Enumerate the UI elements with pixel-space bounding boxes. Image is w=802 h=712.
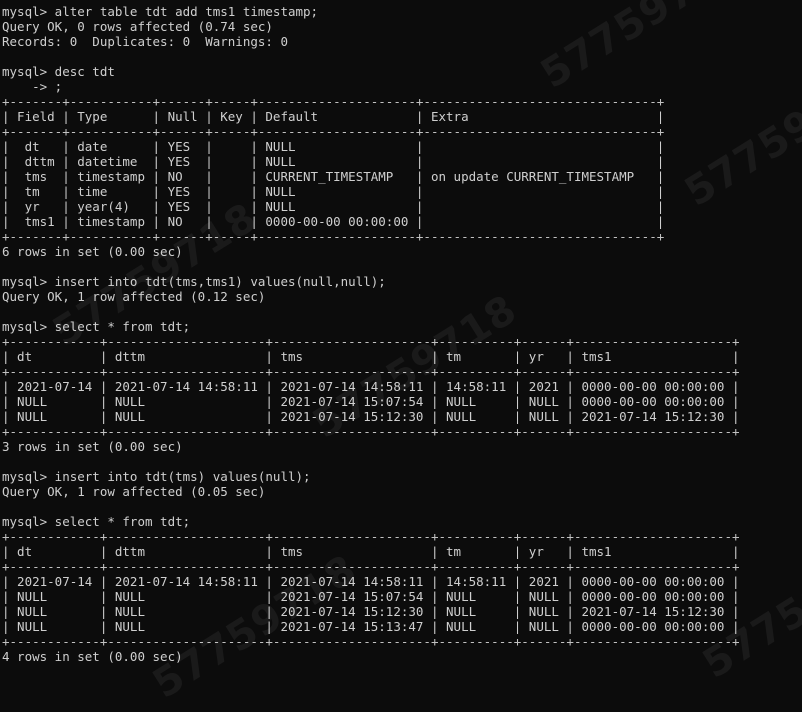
status-line: 4 rows in set (0.00 sec) (2, 649, 183, 664)
table-row: | dt | date | YES | | NULL | | (2, 139, 665, 154)
table-border: +------------+---------------------+----… (2, 424, 740, 439)
table-border: +-------+-----------+------+-----+------… (2, 94, 665, 109)
table-row: | dt | dttm | tms | tm | yr | tms1 | (2, 349, 740, 364)
table-border: +------------+---------------------+----… (2, 364, 740, 379)
table-row: | NULL | NULL | 2021-07-14 15:12:30 | NU… (2, 409, 740, 424)
table-border: +------------+---------------------+----… (2, 334, 740, 349)
table-row: | tms | timestamp | NO | | CURRENT_TIMES… (2, 169, 665, 184)
status-line: 6 rows in set (0.00 sec) (2, 244, 183, 259)
table-border: +------------+---------------------+----… (2, 634, 740, 649)
prompt-line: mysql> insert into tdt(tms,tms1) values(… (2, 274, 386, 289)
status-line: Query OK, 0 rows affected (0.74 sec) (2, 19, 273, 34)
table-row: | tms1 | timestamp | NO | | 0000-00-00 0… (2, 214, 665, 229)
status-line: 3 rows in set (0.00 sec) (2, 439, 183, 454)
table-row: | NULL | NULL | 2021-07-14 15:12:30 | NU… (2, 604, 740, 619)
table-row: | 2021-07-14 | 2021-07-14 14:58:11 | 202… (2, 574, 740, 589)
table-border: +------------+---------------------+----… (2, 559, 740, 574)
terminal-console-output[interactable]: mysql> alter table tdt add tms1 timestam… (0, 0, 802, 712)
table-border: +-------+-----------+------+-----+------… (2, 124, 665, 139)
table-row: | NULL | NULL | 2021-07-14 15:07:54 | NU… (2, 394, 740, 409)
prompt-line: mysql> insert into tdt(tms) values(null)… (2, 469, 311, 484)
table-row: | dt | dttm | tms | tm | yr | tms1 | (2, 544, 740, 559)
table-row: | 2021-07-14 | 2021-07-14 14:58:11 | 202… (2, 379, 740, 394)
prompt-line: mysql> select * from tdt; (2, 514, 191, 529)
table-row: | dttm | datetime | YES | | NULL | | (2, 154, 665, 169)
status-line: Records: 0 Duplicates: 0 Warnings: 0 (2, 34, 288, 49)
table-row: | yr | year(4) | YES | | NULL | | (2, 199, 665, 214)
table-row: | NULL | NULL | 2021-07-14 15:07:54 | NU… (2, 589, 740, 604)
mysql-terminal-window[interactable]: mysql> alter table tdt add tms1 timestam… (0, 0, 802, 712)
status-line: Query OK, 1 row affected (0.05 sec) (2, 484, 266, 499)
table-row: | Field | Type | Null | Key | Default | … (2, 109, 665, 124)
table-border: +------------+---------------------+----… (2, 529, 740, 544)
continuation-line: -> ; (2, 79, 63, 94)
table-row: | tm | time | YES | | NULL | | (2, 184, 665, 199)
table-border: +-------+-----------+------+-----+------… (2, 229, 665, 244)
status-line: Query OK, 1 row affected (0.12 sec) (2, 289, 266, 304)
prompt-line: mysql> alter table tdt add tms1 timestam… (2, 4, 319, 19)
table-row: | NULL | NULL | 2021-07-14 15:13:47 | NU… (2, 619, 740, 634)
prompt-line: mysql> select * from tdt; (2, 319, 191, 334)
prompt-line: mysql> desc tdt (2, 64, 115, 79)
